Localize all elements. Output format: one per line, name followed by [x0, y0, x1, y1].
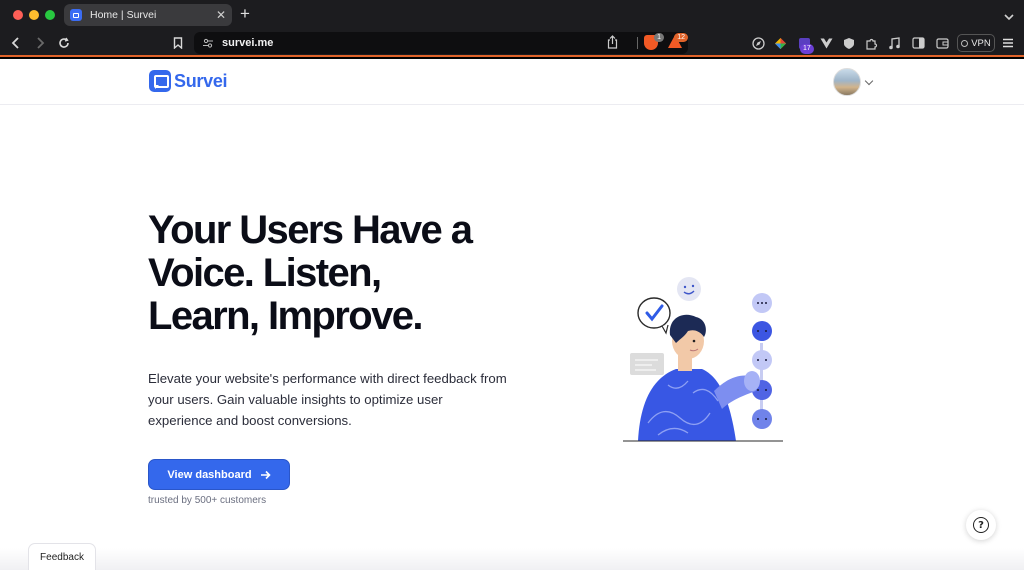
minimize-window-button[interactable] [29, 10, 39, 20]
trusted-by-text: trusted by 500+ customers [148, 495, 267, 506]
feedback-tab-button[interactable]: Feedback [28, 543, 96, 570]
address-bar[interactable]: survei.me 1 12 [194, 32, 688, 54]
color-extension-icon[interactable] [772, 35, 788, 51]
hero-description: Elevate your website's performance with … [148, 371, 507, 428]
extension-count-badge: 17 [800, 44, 814, 54]
user-menu[interactable] [833, 68, 874, 96]
avatar[interactable] [833, 68, 861, 96]
music-note-icon[interactable] [886, 35, 902, 51]
tab-close-icon[interactable]: ✕ [216, 9, 226, 21]
view-dashboard-button[interactable]: View dashboard [148, 459, 290, 490]
survei-logo[interactable]: Survei [149, 70, 228, 92]
site-header: Survei [0, 59, 1024, 105]
maximize-window-button[interactable] [45, 10, 55, 20]
wallet-icon[interactable] [934, 35, 950, 51]
vpn-button[interactable]: VPN [957, 34, 995, 52]
browser-tab-active[interactable]: Home | Survei ✕ [64, 4, 232, 26]
bookmark-icon[interactable] [170, 35, 186, 51]
question-mark-icon: ? [973, 517, 989, 533]
sidebar-toggle-icon[interactable] [910, 35, 926, 51]
bottom-fade [0, 548, 1024, 570]
web-page: Survei Your Users Have a Voice. Listen, … [0, 59, 1024, 570]
reload-icon[interactable] [56, 35, 72, 51]
url-text: survei.me [222, 37, 274, 49]
hero-title-line-1: Your Users Have a [148, 208, 473, 252]
shield-extension-icon[interactable] [841, 35, 857, 51]
arrow-right-icon [260, 470, 271, 479]
address-divider [637, 37, 638, 49]
view-dashboard-label: View dashboard [167, 468, 252, 481]
share-icon[interactable] [607, 35, 618, 54]
extensions-puzzle-icon[interactable] [863, 35, 879, 51]
survei-favicon-icon [70, 9, 82, 21]
hamburger-menu-icon[interactable] [1000, 35, 1016, 51]
forward-arrow-icon[interactable] [32, 35, 48, 51]
close-window-button[interactable] [13, 10, 23, 20]
hero-title-line-3: Learn, Improve. [148, 294, 423, 338]
chevron-down-icon[interactable] [864, 76, 874, 85]
site-settings-icon[interactable] [202, 36, 214, 54]
tab-title: Home | Survei [90, 9, 157, 21]
help-button[interactable]: ? [966, 510, 996, 540]
tab-list-chevron-icon[interactable] [1004, 8, 1014, 26]
shields-count-badge: 1 [654, 33, 664, 42]
vpn-globe-icon [961, 39, 969, 47]
feedback-illustration [623, 277, 783, 442]
logo-text: Survei [174, 70, 228, 91]
rewards-count-badge: 12 [674, 33, 688, 42]
chat-bubble-logo-icon [149, 70, 171, 92]
browser-toolbar: survei.me 1 12 VPN [0, 30, 1024, 57]
browser-tab-bar: Home | Survei ✕ + [0, 0, 1024, 30]
back-arrow-icon[interactable] [8, 35, 24, 51]
vpn-label: VPN [971, 37, 991, 49]
new-tab-plus-icon[interactable]: + [240, 5, 250, 23]
vue-devtools-icon[interactable] [818, 35, 834, 51]
hero-title: Your Users Have a Voice. Listen, Learn, … [148, 209, 548, 338]
hero-title-line-2: Voice. Listen, [148, 251, 382, 295]
compass-icon[interactable] [750, 35, 766, 51]
